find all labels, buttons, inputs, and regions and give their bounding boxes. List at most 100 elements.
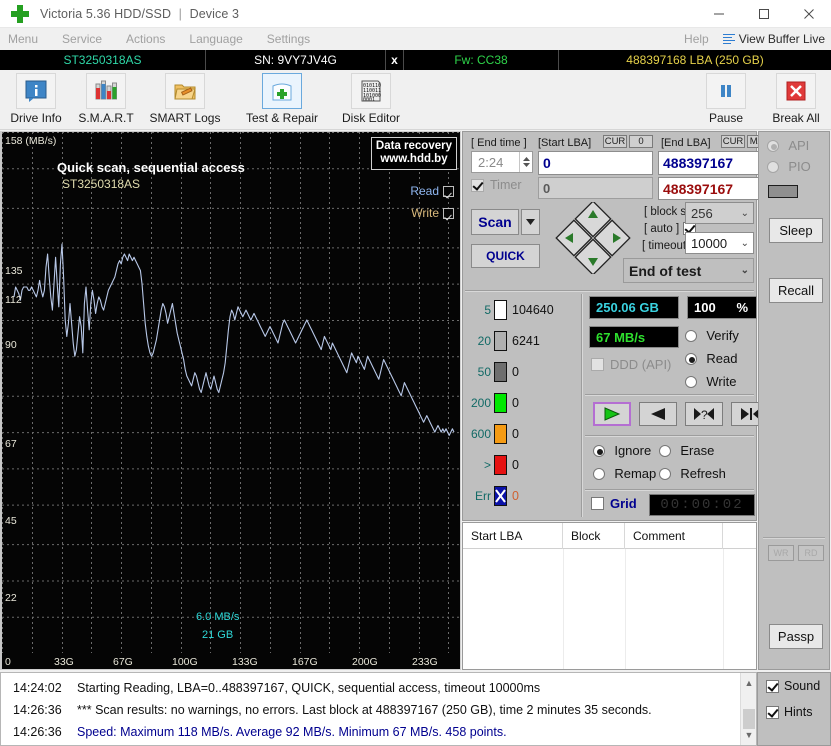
minimize-button[interactable]	[696, 0, 741, 28]
scrollbar-thumb[interactable]	[743, 709, 755, 729]
api-option[interactable]: API	[767, 138, 809, 153]
pio-radio[interactable]	[767, 160, 779, 173]
pio-option[interactable]: PIO	[767, 159, 811, 174]
hints-checkbox[interactable]	[766, 705, 779, 719]
defects-table[interactable]: Start LBA Block Comment	[462, 522, 757, 670]
timer-checkbox[interactable]	[471, 178, 484, 192]
read-radio[interactable]	[685, 352, 697, 365]
action-remap[interactable]: Remap	[593, 466, 656, 481]
menu-item-service[interactable]: Service	[50, 28, 114, 50]
ignore-radio[interactable]	[593, 444, 605, 457]
actions-divider-top	[585, 435, 754, 437]
play-button[interactable]	[593, 402, 631, 426]
start-lba-label: [Start LBA]	[538, 137, 592, 149]
timeout-value: 10000	[691, 235, 728, 251]
app-logo-icon	[6, 0, 34, 28]
end-lba-secondary-field[interactable]: 488397167	[658, 177, 773, 200]
scan-graph[interactable]: 135 112 90 67 45 22 158 (MB/s) 0 33G 67G…	[0, 131, 461, 670]
action-ignore[interactable]: Ignore	[593, 443, 651, 458]
start-lba-cur-button[interactable]: CUR	[603, 135, 627, 148]
grid-checkbox[interactable]	[591, 497, 604, 510]
end-time-field[interactable]: 2:24	[471, 151, 533, 173]
refresh-radio[interactable]	[659, 467, 671, 480]
drive-x-badge[interactable]: x	[386, 50, 404, 70]
block-size-select[interactable]: 256 ⌄	[685, 202, 754, 224]
ddd-api-checkbox[interactable]	[591, 358, 604, 371]
log-scrollbar[interactable]: ▲ ▼	[740, 673, 756, 745]
sound-option[interactable]: Sound	[766, 679, 830, 693]
table-col-divider-3	[723, 549, 724, 669]
menu-item-help[interactable]: Help	[670, 32, 723, 46]
y-tick-135: 135	[5, 265, 23, 277]
toolbar-drive-info[interactable]: Drive Info	[2, 73, 70, 125]
close-button[interactable]	[786, 0, 831, 28]
sound-checkbox[interactable]	[766, 679, 779, 693]
verify-radio[interactable]	[685, 329, 697, 342]
read-checkbox[interactable]	[443, 185, 454, 197]
read-toggle[interactable]: Read	[410, 184, 454, 198]
api-radio[interactable]	[767, 139, 779, 152]
log-entries: 14:24:02 Starting Reading, LBA=0..488397…	[1, 673, 756, 743]
action-erase[interactable]: Erase	[659, 443, 714, 458]
reverse-button[interactable]	[639, 402, 677, 426]
smart-icon-box	[86, 73, 126, 109]
toolbar-pause[interactable]: Pause	[692, 73, 760, 125]
passp-button[interactable]: Passp	[769, 624, 823, 649]
defects-table-body[interactable]	[463, 549, 756, 669]
menu-item-actions[interactable]: Actions	[114, 28, 177, 50]
toolbar-smart-logs[interactable]: SMART Logs	[142, 73, 228, 125]
end-lba-label: [End LBA]	[661, 137, 711, 149]
mode-verify[interactable]: Verify	[685, 328, 739, 343]
sleep-button[interactable]: Sleep	[769, 218, 823, 243]
y-tick-90: 90	[5, 339, 17, 351]
view-buffer-live-button[interactable]: View Buffer Live	[722, 32, 831, 46]
toolbar-test-repair[interactable]: Test & Repair	[239, 73, 325, 125]
random-button[interactable]: ?	[685, 402, 723, 426]
scroll-up-icon[interactable]: ▲	[741, 675, 757, 691]
legend-count: 0	[512, 489, 519, 503]
scan-dropdown-button[interactable]	[521, 209, 540, 235]
mode-write[interactable]: Write	[685, 374, 736, 389]
start-lba-zero-button[interactable]: 0	[629, 135, 653, 148]
graph-annotation-speed: 6.0 MB/s	[196, 611, 240, 623]
spinner-arrows-icon[interactable]	[519, 152, 532, 172]
table-col-divider-2	[625, 549, 626, 669]
maximize-button[interactable]	[741, 0, 786, 28]
chevron-down-icon	[526, 219, 535, 225]
erase-radio[interactable]	[659, 444, 671, 457]
write-checkbox[interactable]	[443, 207, 454, 219]
toolbar-break-all[interactable]: Break All	[762, 73, 830, 125]
scroll-down-icon[interactable]: ▼	[741, 727, 757, 743]
hints-option[interactable]: Hints	[766, 705, 830, 719]
scan-button[interactable]: Scan	[471, 209, 519, 235]
timeout-select[interactable]: 10000 ⌄	[685, 232, 754, 254]
toolbar-smart[interactable]: S.M.A.R.T	[72, 73, 140, 125]
ddd-api-toggle[interactable]: DDD (API)	[591, 357, 671, 372]
rd-button[interactable]: RD	[798, 545, 824, 561]
mode-read[interactable]: Read	[685, 351, 737, 366]
write-radio[interactable]	[685, 375, 697, 388]
log-panel[interactable]: 14:24:02 Starting Reading, LBA=0..488397…	[0, 672, 757, 746]
quick-button[interactable]: QUICK	[471, 244, 540, 268]
nav-pad[interactable]	[553, 202, 633, 274]
toolbar-disk-editor[interactable]: 010110 110011 101000 0001 Disk Editor	[328, 73, 414, 125]
menu-item-menu[interactable]: Menu	[0, 28, 50, 50]
test-repair-icon	[272, 83, 292, 101]
legend-threshold: 20	[477, 334, 491, 348]
action-refresh[interactable]: Refresh	[659, 466, 726, 481]
end-lba-cur-button[interactable]: CUR	[721, 135, 745, 148]
svg-text:?: ?	[701, 408, 708, 421]
recall-button[interactable]: Recall	[769, 278, 823, 303]
timer-toggle[interactable]: Timer	[471, 178, 521, 192]
menu-item-language[interactable]: Language	[177, 28, 254, 50]
end-lba-input[interactable]: 488397167	[658, 151, 773, 175]
wr-button[interactable]: WR	[768, 545, 794, 561]
legend-threshold: >	[483, 458, 491, 472]
end-of-test-select[interactable]: End of test ⌄	[623, 258, 754, 283]
remap-radio[interactable]	[593, 467, 605, 480]
grid-toggle[interactable]: Grid	[591, 496, 637, 511]
start-lba-input[interactable]: 0	[538, 151, 653, 175]
write-toggle[interactable]: Write	[411, 206, 454, 220]
data-recovery-watermark: Data recovery www.hdd.by	[370, 137, 457, 170]
menu-item-settings[interactable]: Settings	[255, 28, 322, 50]
